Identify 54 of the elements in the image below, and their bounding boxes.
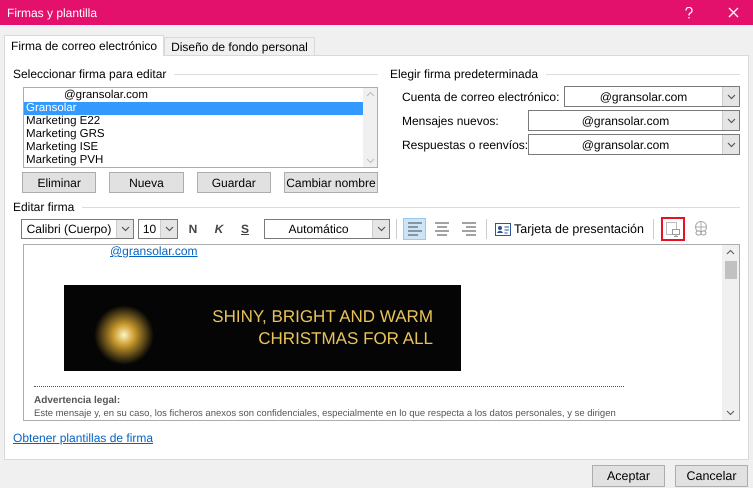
- banner-text: SHINY, BRIGHT AND WARM: [212, 306, 433, 328]
- chevron-icon: [722, 135, 739, 154]
- dropdown[interactable]: @gransolar.com: [528, 110, 740, 131]
- dialog-button[interactable]: Aceptar: [592, 465, 665, 487]
- email-link[interactable]: @gransolar.com: [110, 245, 722, 257]
- section-label: Editar firma: [13, 199, 74, 216]
- scrollbar[interactable]: [722, 245, 739, 420]
- dropdown[interactable]: @gransolar.com: [528, 134, 740, 155]
- field-label: Respuestas o reenvíos:: [402, 136, 528, 154]
- underline-button[interactable]: S: [234, 218, 256, 240]
- list-item[interactable]: @gransolar.com: [24, 89, 363, 102]
- chevron-icon: [116, 220, 133, 238]
- scroll-thumb[interactable]: [724, 261, 736, 279]
- list-item[interactable]: Marketing E22: [24, 115, 363, 128]
- list-item[interactable]: Marketing GRS: [24, 128, 363, 141]
- scroll-up-icon[interactable]: [726, 249, 735, 255]
- signature-button[interactable]: Eliminar: [22, 172, 96, 193]
- tab[interactable]: Diseño de fondo personal: [164, 37, 315, 55]
- signature-button[interactable]: Cambiar nombre: [284, 172, 378, 193]
- list-item[interactable]: Marketing PVH: [24, 154, 363, 167]
- chevron-icon: [372, 220, 389, 238]
- signature-button[interactable]: Nueva: [109, 172, 184, 193]
- business-card-button[interactable]: Tarjeta de presentación: [493, 218, 646, 240]
- chevron-icon: [722, 87, 739, 106]
- dropdown[interactable]: Calibri (Cuerpo): [21, 219, 134, 239]
- dropdown[interactable]: 10: [138, 219, 178, 239]
- chevron-icon: [722, 111, 739, 130]
- contact-card-icon: [495, 222, 511, 236]
- italic-button[interactable]: K: [208, 218, 230, 240]
- dropdown[interactable]: @gransolar.com: [564, 86, 740, 107]
- align-center-icon: [432, 220, 450, 238]
- templates-link[interactable]: Obtener plantillas de firma: [13, 429, 154, 447]
- dialog-button[interactable]: Cancelar: [675, 465, 748, 487]
- chevron-icon: [160, 220, 177, 238]
- align-left-button[interactable]: [403, 218, 426, 240]
- legal-title: Advertencia legal:: [34, 394, 122, 408]
- legal-text: Este mensaje y, en su caso, los ficheros anexos son confidenciales, especialmente en lo que respecta a los datos personales, y se dirigen: [34, 408, 617, 420]
- bold-button[interactable]: N: [182, 218, 204, 240]
- signature-button[interactable]: Guardar: [196, 172, 271, 193]
- scroll-down-icon[interactable]: [726, 410, 735, 416]
- window-title: Firmas y plantilla: [7, 4, 98, 22]
- list-item[interactable]: Marketing ISE: [24, 141, 363, 154]
- align-right-icon: [460, 220, 478, 238]
- field-label: Cuenta de correo electrónico:: [402, 88, 560, 106]
- banner-text: CHRISTMAS FOR ALL: [258, 328, 433, 350]
- field-label: Mensajes nuevos:: [402, 112, 500, 130]
- picture-icon: [664, 221, 681, 237]
- section-label: Seleccionar firma para editar: [13, 66, 166, 83]
- tab[interactable]: Firma de correo electrónico: [4, 35, 164, 56]
- section-label: Elegir firma predeterminada: [390, 66, 538, 83]
- picture-button[interactable]: [660, 217, 685, 241]
- dropdown[interactable]: Automático: [264, 219, 390, 239]
- align-left-icon: [406, 220, 424, 238]
- signature-editor[interactable]: [23, 244, 740, 421]
